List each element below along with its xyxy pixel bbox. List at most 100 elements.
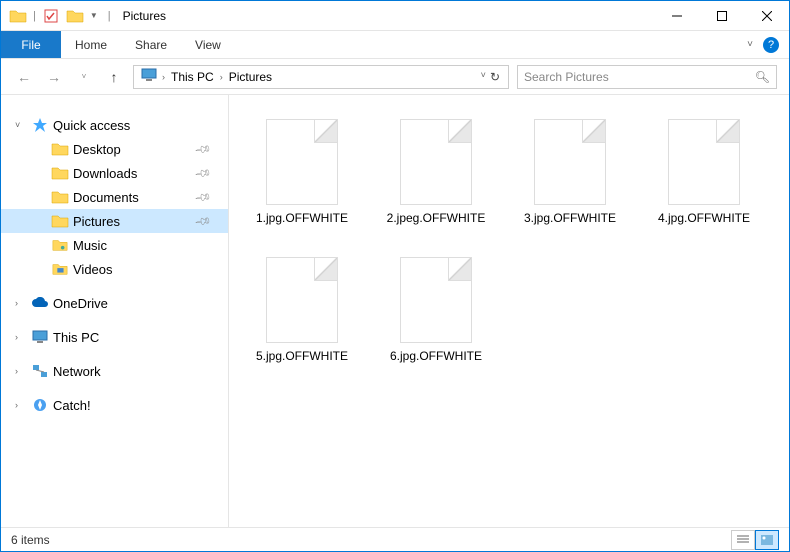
help-icon[interactable]: ?	[763, 37, 779, 53]
chevron-right-icon[interactable]: ›	[15, 298, 27, 308]
sidebar-onedrive[interactable]: › OneDrive	[1, 291, 228, 315]
file-item[interactable]: 6.jpg.OFFWHITE	[373, 251, 499, 381]
sidebar-item-videos[interactable]: Videos	[1, 257, 228, 281]
details-view-button[interactable]	[731, 530, 755, 550]
file-name: 4.jpg.OFFWHITE	[654, 211, 754, 225]
title-pipe: |	[108, 10, 111, 22]
sidebar-item-pictures[interactable]: Pictures 📌︎	[1, 209, 228, 233]
chevron-right-icon[interactable]: ›	[160, 72, 167, 82]
sidebar-item-label: Videos	[73, 262, 113, 277]
ribbon: File Home Share View ˅ ?	[1, 31, 789, 59]
sidebar-label: Quick access	[53, 118, 130, 133]
sidebar-label: OneDrive	[53, 296, 108, 311]
view-toggle	[731, 530, 779, 550]
ribbon-right: ˅ ?	[747, 31, 789, 58]
file-tab[interactable]: File	[1, 31, 61, 58]
explorer-window: | ▼ | Pictures File Home Share	[0, 0, 790, 552]
tab-home[interactable]: Home	[61, 31, 121, 58]
sidebar-item-label: Desktop	[73, 142, 121, 157]
cloud-icon	[31, 294, 49, 312]
sidebar-this-pc[interactable]: › This PC	[1, 325, 228, 349]
navigation-pane: ˅ Quick access Desktop 📌︎ Downloads 📌︎ D…	[1, 95, 229, 527]
videos-icon	[51, 260, 69, 278]
file-name: 6.jpg.OFFWHITE	[386, 349, 486, 363]
file-icon	[400, 119, 472, 205]
tab-view[interactable]: View	[181, 31, 235, 58]
search-placeholder: Search Pictures	[524, 70, 609, 84]
chevron-right-icon[interactable]: ›	[15, 400, 27, 410]
file-icon	[266, 119, 338, 205]
title-separator: |	[33, 10, 36, 22]
sidebar-network[interactable]: › Network	[1, 359, 228, 383]
minimize-button[interactable]	[654, 1, 699, 31]
maximize-button[interactable]	[699, 1, 744, 31]
recent-dropdown-icon[interactable]: ˅	[73, 66, 95, 88]
file-name: 5.jpg.OFFWHITE	[252, 349, 352, 363]
breadcrumb-this-pc[interactable]: This PC	[167, 70, 218, 84]
forward-button[interactable]: →	[43, 66, 65, 88]
file-icon	[668, 119, 740, 205]
back-button[interactable]: ←	[13, 66, 35, 88]
window-controls	[654, 1, 789, 31]
file-list[interactable]: 1.jpg.OFFWHITE 2.jpeg.OFFWHITE 3.jpg.OFF…	[229, 95, 789, 527]
file-name: 3.jpg.OFFWHITE	[520, 211, 620, 225]
sidebar-item-music[interactable]: Music	[1, 233, 228, 257]
chevron-down-icon[interactable]: ˅	[15, 120, 27, 130]
star-icon	[31, 116, 49, 134]
sidebar-item-desktop[interactable]: Desktop 📌︎	[1, 137, 228, 161]
file-item[interactable]: 1.jpg.OFFWHITE	[239, 113, 365, 243]
chevron-right-icon[interactable]: ›	[15, 332, 27, 342]
window-title: Pictures	[123, 9, 166, 23]
refresh-icon[interactable]: ↻	[490, 70, 500, 84]
sidebar-quick-access[interactable]: ˅ Quick access	[1, 113, 228, 137]
file-icon	[534, 119, 606, 205]
close-button[interactable]	[744, 1, 789, 31]
music-icon	[51, 236, 69, 254]
file-icon	[400, 257, 472, 343]
body: ˅ Quick access Desktop 📌︎ Downloads 📌︎ D…	[1, 95, 789, 527]
pin-icon: 📌︎	[194, 164, 213, 183]
pc-icon	[31, 328, 49, 346]
up-button[interactable]: ↑	[103, 66, 125, 88]
quick-access-toolbar: | ▼ | Pictures	[1, 7, 166, 25]
sidebar-label: Network	[53, 364, 101, 379]
pin-icon: 📌︎	[194, 212, 213, 231]
pin-icon: 📌︎	[194, 188, 213, 207]
chevron-right-icon[interactable]: ›	[15, 366, 27, 376]
titlebar: | ▼ | Pictures	[1, 1, 789, 31]
file-item[interactable]: 4.jpg.OFFWHITE	[641, 113, 767, 243]
thumbnails-view-button[interactable]	[755, 530, 779, 550]
qat-dropdown-icon[interactable]: ▼	[90, 11, 98, 20]
folder-icon	[51, 188, 69, 206]
breadcrumb[interactable]: › This PC › Pictures ˅ ↻	[133, 65, 509, 89]
file-item[interactable]: 2.jpeg.OFFWHITE	[373, 113, 499, 243]
pin-icon: 📌︎	[194, 140, 213, 159]
properties-icon[interactable]	[42, 7, 60, 25]
file-item[interactable]: 3.jpg.OFFWHITE	[507, 113, 633, 243]
new-folder-qat-icon[interactable]	[66, 7, 84, 25]
folder-icon	[51, 212, 69, 230]
navigation-bar: ← → ˅ ↑ › This PC › Pictures ˅ ↻ Search …	[1, 59, 789, 95]
tab-share[interactable]: Share	[121, 31, 181, 58]
sidebar-label: Catch!	[53, 398, 91, 413]
file-name: 2.jpeg.OFFWHITE	[383, 211, 490, 225]
breadcrumb-dropdown-icon[interactable]: ˅	[481, 70, 486, 84]
sidebar-item-downloads[interactable]: Downloads 📌︎	[1, 161, 228, 185]
file-item[interactable]: 5.jpg.OFFWHITE	[239, 251, 365, 381]
network-icon	[31, 362, 49, 380]
breadcrumb-pictures[interactable]: Pictures	[225, 70, 276, 84]
sidebar-item-label: Music	[73, 238, 107, 253]
sidebar-catch[interactable]: › Catch!	[1, 393, 228, 417]
search-icon[interactable]: 🔍︎	[755, 70, 770, 84]
search-input[interactable]: Search Pictures 🔍︎	[517, 65, 777, 89]
chevron-right-icon[interactable]: ›	[218, 72, 225, 82]
file-name: 1.jpg.OFFWHITE	[252, 211, 352, 225]
file-icon	[266, 257, 338, 343]
ribbon-expand-icon[interactable]: ˅	[747, 39, 753, 50]
folder-icon	[51, 140, 69, 158]
status-bar: 6 items	[1, 527, 789, 551]
sidebar-label: This PC	[53, 330, 99, 345]
pc-icon	[140, 68, 158, 86]
catch-icon	[31, 396, 49, 414]
sidebar-item-documents[interactable]: Documents 📌︎	[1, 185, 228, 209]
